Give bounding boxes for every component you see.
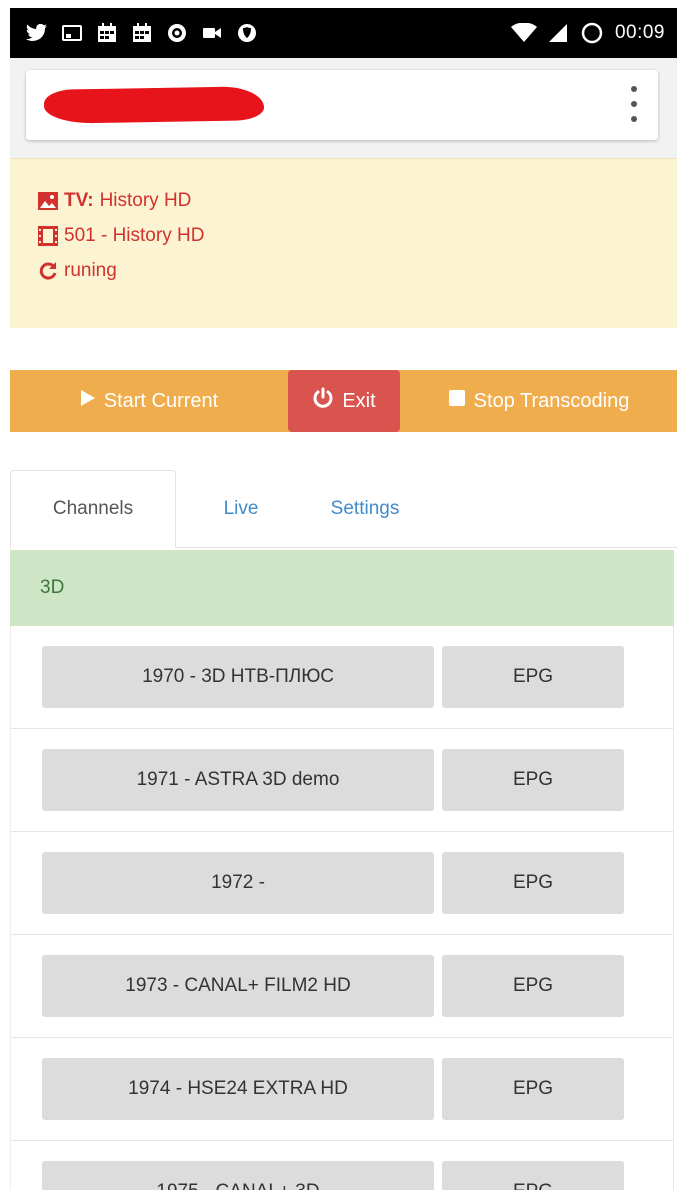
calendar-icon: [131, 22, 153, 44]
overflow-menu-icon[interactable]: [624, 86, 644, 122]
calendar-icon: [96, 22, 118, 44]
list-item: 1975 - CANAL+ 3D EPG: [11, 1141, 673, 1190]
sync-icon: [579, 22, 605, 44]
epg-button[interactable]: EPG: [442, 852, 624, 914]
channel-list: 1970 - 3D НТВ-ПЛЮС EPG 1971 - ASTRA 3D d…: [10, 626, 674, 1190]
play-icon: [80, 389, 96, 413]
group-header[interactable]: 3D: [10, 550, 674, 626]
clock: 00:09: [614, 22, 665, 43]
power-icon: [312, 387, 334, 415]
tab-bar: Channels Live Settings: [10, 470, 677, 548]
channel-button[interactable]: 1970 - 3D НТВ-ПЛЮС: [42, 646, 434, 708]
now-playing-panel: TV: History HD 501 - History HD runing: [10, 158, 677, 328]
signal-icon: [547, 22, 569, 44]
action-bar: Start Current Exit Stop Transcoding: [10, 370, 677, 432]
epg-button[interactable]: EPG: [442, 749, 624, 811]
epg-button[interactable]: EPG: [442, 646, 624, 708]
list-item: 1974 - HSE24 EXTRA HD EPG: [11, 1038, 673, 1141]
channel-button[interactable]: 1972 -: [42, 852, 434, 914]
channel-button[interactable]: 1975 - CANAL+ 3D: [42, 1161, 434, 1190]
epg-button[interactable]: EPG: [442, 1058, 624, 1120]
process-status: runing: [38, 259, 677, 283]
tab-live[interactable]: Live: [176, 470, 306, 548]
epg-button[interactable]: EPG: [442, 1161, 624, 1190]
list-item: 1970 - 3D НТВ-ПЛЮС EPG: [11, 626, 673, 729]
channel-status: 501 - History HD: [38, 224, 677, 248]
list-item: 1973 - CANAL+ FILM2 HD EPG: [11, 935, 673, 1038]
start-current-button[interactable]: Start Current: [10, 370, 288, 432]
camera-icon: [201, 22, 223, 44]
channel-button[interactable]: 1971 - ASTRA 3D demo: [42, 749, 434, 811]
stop-icon: [448, 389, 466, 413]
tab-channels[interactable]: Channels: [10, 470, 176, 548]
exit-button[interactable]: Exit: [288, 370, 400, 432]
process-state: runing: [64, 260, 117, 281]
wifi-icon: [510, 22, 537, 44]
cast-icon: [61, 22, 83, 44]
redacted-url: [43, 86, 265, 124]
chat-icon: [166, 22, 188, 44]
tv-status: TV: History HD: [38, 189, 677, 213]
picture-icon: [38, 191, 58, 211]
list-item: 1972 - EPG: [11, 832, 673, 935]
url-bar[interactable]: [26, 70, 658, 140]
channel-button[interactable]: 1973 - CANAL+ FILM2 HD: [42, 955, 434, 1017]
twitter-icon: [26, 22, 48, 44]
stop-transcoding-button[interactable]: Stop Transcoding: [400, 370, 677, 432]
status-bar: 00:09: [10, 8, 677, 58]
app-bar: [10, 58, 677, 158]
tv-name: History HD: [99, 190, 192, 211]
channel-name: 501 - History HD: [64, 225, 205, 246]
epg-button[interactable]: EPG: [442, 955, 624, 1017]
shield-icon: [236, 22, 258, 44]
film-icon: [38, 226, 58, 246]
tab-settings[interactable]: Settings: [306, 470, 424, 548]
channel-button[interactable]: 1974 - HSE24 EXTRA HD: [42, 1058, 434, 1120]
refresh-icon: [38, 261, 58, 281]
list-item: 1971 - ASTRA 3D demo EPG: [11, 729, 673, 832]
